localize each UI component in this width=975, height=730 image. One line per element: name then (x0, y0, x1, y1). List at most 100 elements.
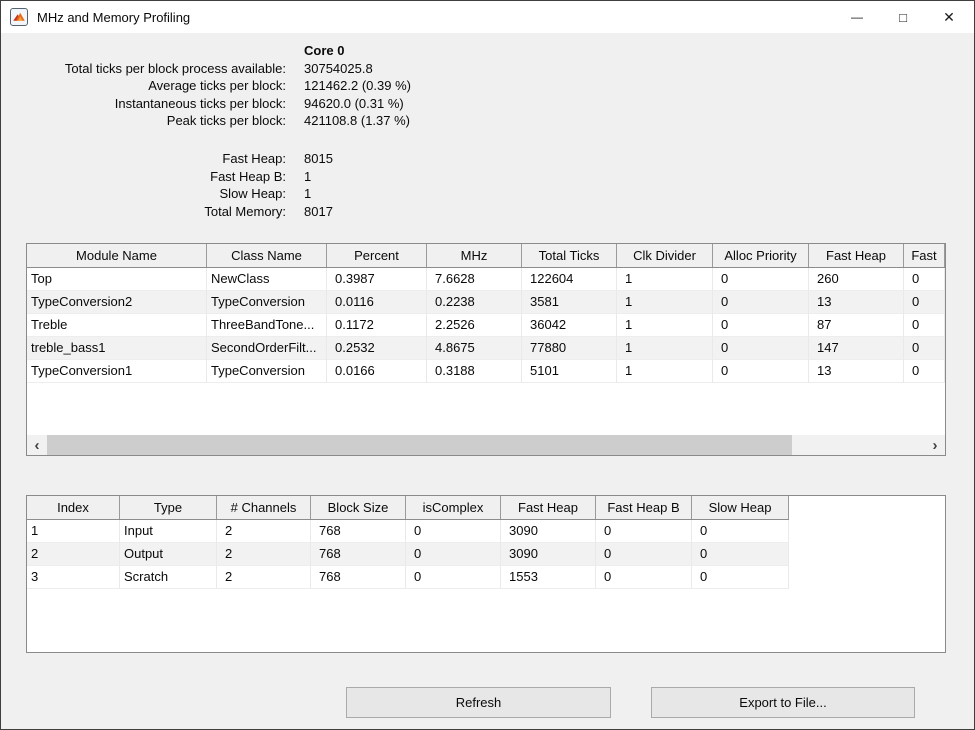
cell[interactable]: 0 (713, 268, 809, 291)
cell[interactable]: Input (120, 520, 217, 543)
cell[interactable]: 1 (617, 337, 713, 360)
cell[interactable]: 0 (692, 520, 789, 543)
cell[interactable]: 77880 (522, 337, 617, 360)
cell[interactable]: Treble (27, 314, 207, 337)
cell[interactable]: 0 (904, 337, 945, 360)
cell[interactable]: 2 (217, 566, 311, 589)
cell[interactable]: 0.3987 (327, 268, 427, 291)
memory-value: 8017 (304, 203, 333, 221)
table-row[interactable]: 1 Input 2 768 0 3090 0 0 (27, 520, 789, 543)
cell[interactable]: 768 (311, 566, 406, 589)
cell[interactable]: 13 (809, 360, 904, 383)
cell[interactable]: 2 (27, 543, 120, 566)
cell[interactable]: 0 (713, 291, 809, 314)
cell[interactable]: TypeConversion (207, 291, 327, 314)
cell[interactable]: 3 (27, 566, 120, 589)
cell[interactable]: 0 (596, 520, 692, 543)
table-row[interactable]: Top NewClass 0.3987 7.6628 122604 1 0 26… (27, 268, 945, 291)
cell[interactable]: 3090 (501, 543, 596, 566)
cell[interactable]: TypeConversion2 (27, 291, 207, 314)
cell[interactable]: 147 (809, 337, 904, 360)
column-header: Alloc Priority (713, 244, 809, 267)
cell[interactable]: 1 (617, 314, 713, 337)
cell[interactable]: treble_bass1 (27, 337, 207, 360)
cell[interactable]: 1 (27, 520, 120, 543)
cell[interactable]: 768 (311, 520, 406, 543)
cell[interactable]: 0 (904, 268, 945, 291)
cell[interactable]: 0 (406, 543, 501, 566)
cell[interactable]: 768 (311, 543, 406, 566)
cell[interactable]: 1 (617, 268, 713, 291)
export-to-file-button[interactable]: Export to File... (651, 687, 915, 718)
cell[interactable]: 0 (406, 566, 501, 589)
cell[interactable]: 1 (617, 291, 713, 314)
stat-value: 94620.0 (0.31 %) (304, 95, 404, 113)
cell[interactable]: 1553 (501, 566, 596, 589)
cell[interactable]: 0 (904, 360, 945, 383)
cell[interactable]: 0.0116 (327, 291, 427, 314)
cell[interactable]: Top (27, 268, 207, 291)
cell[interactable]: 260 (809, 268, 904, 291)
horizontal-scrollbar[interactable]: ‹ › (27, 435, 945, 455)
cell[interactable]: NewClass (207, 268, 327, 291)
scroll-right-icon[interactable]: › (925, 435, 945, 455)
memory-row: Total Memory: 8017 (1, 203, 333, 221)
cell[interactable]: SecondOrderFilt... (207, 337, 327, 360)
cell[interactable]: TypeConversion1 (27, 360, 207, 383)
cell[interactable]: 0 (713, 360, 809, 383)
cell[interactable]: 0 (904, 314, 945, 337)
memory-value: 1 (304, 185, 311, 203)
maximize-icon[interactable]: □ (880, 1, 926, 33)
cell[interactable]: 0.2238 (427, 291, 522, 314)
cell[interactable]: 0 (692, 566, 789, 589)
cell[interactable]: TypeConversion (207, 360, 327, 383)
cell[interactable]: 0.1172 (327, 314, 427, 337)
cell[interactable]: 36042 (522, 314, 617, 337)
cell[interactable]: 0 (904, 291, 945, 314)
refresh-button[interactable]: Refresh (346, 687, 611, 718)
scrollbar-thumb[interactable] (47, 435, 792, 455)
table-row[interactable]: 2 Output 2 768 0 3090 0 0 (27, 543, 789, 566)
close-icon[interactable]: ✕ (926, 1, 972, 33)
table-row[interactable]: TypeConversion2 TypeConversion 0.0116 0.… (27, 291, 945, 314)
cell[interactable]: 7.6628 (427, 268, 522, 291)
cell[interactable]: 122604 (522, 268, 617, 291)
cell[interactable]: 4.8675 (427, 337, 522, 360)
column-header: Fast Heap B (596, 496, 692, 519)
table-row[interactable]: Treble ThreeBandTone... 0.1172 2.2526 36… (27, 314, 945, 337)
cell[interactable]: 5101 (522, 360, 617, 383)
cell[interactable]: 3581 (522, 291, 617, 314)
cell[interactable]: 3090 (501, 520, 596, 543)
cell[interactable]: 0 (713, 337, 809, 360)
cell[interactable]: Output (120, 543, 217, 566)
window-controls: — □ ✕ (834, 1, 972, 33)
stat-row: Average ticks per block: 121462.2 (0.39 … (1, 77, 411, 95)
scrollbar-track[interactable] (792, 435, 925, 455)
column-header: Block Size (311, 496, 406, 519)
cell[interactable]: 0 (406, 520, 501, 543)
cell[interactable]: ThreeBandTone... (207, 314, 327, 337)
cell[interactable]: Scratch (120, 566, 217, 589)
stat-row: Instantaneous ticks per block: 94620.0 (… (1, 95, 411, 113)
cell[interactable]: 2 (217, 543, 311, 566)
buffer-table-header: Index Type # Channels Block Size isCompl… (27, 496, 789, 520)
scroll-left-icon[interactable]: ‹ (27, 435, 47, 455)
cell[interactable]: 87 (809, 314, 904, 337)
minimize-icon[interactable]: — (834, 1, 880, 33)
cell[interactable]: 0 (596, 543, 692, 566)
cell[interactable]: 0 (713, 314, 809, 337)
table-row[interactable]: TypeConversion1 TypeConversion 0.0166 0.… (27, 360, 945, 383)
cell[interactable]: 0.0166 (327, 360, 427, 383)
cell[interactable]: 13 (809, 291, 904, 314)
table-row[interactable]: 3 Scratch 2 768 0 1553 0 0 (27, 566, 789, 589)
cell[interactable]: 1 (617, 360, 713, 383)
table-row[interactable]: treble_bass1 SecondOrderFilt... 0.2532 4… (27, 337, 945, 360)
cell[interactable]: 2.2526 (427, 314, 522, 337)
cell[interactable]: 0 (596, 566, 692, 589)
cell[interactable]: 2 (217, 520, 311, 543)
cell[interactable]: 0.2532 (327, 337, 427, 360)
stat-label: Instantaneous ticks per block: (1, 95, 286, 113)
column-header: Class Name (207, 244, 327, 267)
cell[interactable]: 0.3188 (427, 360, 522, 383)
cell[interactable]: 0 (692, 543, 789, 566)
